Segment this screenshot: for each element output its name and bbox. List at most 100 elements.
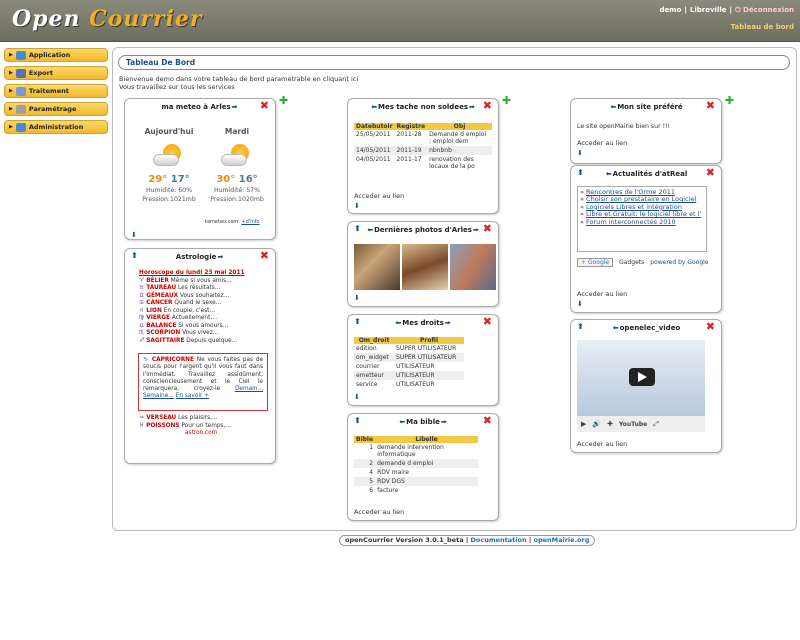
- menu-export[interactable]: ▶ Export: [4, 66, 108, 80]
- table-row[interactable]: om_widget SUPER UTILISATEUR: [354, 353, 464, 362]
- arrow-down-icon[interactable]: ⬇: [577, 149, 627, 157]
- add-widget-icon[interactable]: ✚: [502, 95, 511, 106]
- documentation-link[interactable]: Documentation: [471, 536, 527, 544]
- arrow-up-icon[interactable]: ⬆: [577, 168, 584, 177]
- widget-title: Dernières photos d'Arles: [374, 225, 472, 234]
- arrow-left-icon[interactable]: ⬅: [606, 170, 612, 178]
- openmairie-link[interactable]: openMairie.org: [533, 536, 589, 544]
- user-bar: demo | Libreville | ⏻ Déconnexion: [659, 6, 794, 14]
- arrow-up-icon[interactable]: ⬆: [354, 317, 361, 326]
- table-row[interactable]: 4 RDV maire: [354, 468, 478, 477]
- close-icon[interactable]: ✖: [706, 167, 715, 178]
- close-icon[interactable]: ✖: [483, 316, 492, 327]
- table-row[interactable]: 5 RDV DGS: [354, 477, 478, 486]
- arrow-right-icon[interactable]: ➡: [217, 253, 223, 261]
- arrow-right-icon[interactable]: ➡: [441, 418, 447, 426]
- libra-icon: ♎: [139, 322, 145, 329]
- menu-traitement[interactable]: ▶ Traitement: [4, 84, 108, 98]
- table-row[interactable]: service UTILISATEUR: [354, 380, 464, 389]
- youtube-logo[interactable]: YouTube: [619, 421, 647, 428]
- arrow-right-icon[interactable]: ➡: [469, 103, 475, 111]
- arrow-left-icon[interactable]: ⬅: [367, 226, 373, 234]
- arrow-down-icon[interactable]: ⬇: [354, 294, 360, 302]
- fullscreen-icon[interactable]: ⤢: [653, 420, 659, 429]
- widget-astrologie: ⬆ Astrologie ➡ ✖ Horoscope du lundi 23 mai …: [124, 248, 276, 464]
- arrow-left-icon[interactable]: ⬅: [395, 319, 401, 327]
- photo-thumbnail[interactable]: [354, 244, 400, 290]
- arrow-left-icon[interactable]: ⬅: [371, 103, 377, 111]
- video-controls: ▶ 🔊 ✚ YouTube ⤢: [577, 416, 705, 432]
- close-icon[interactable]: ✖: [706, 100, 715, 111]
- logout-link[interactable]: Déconnexion: [743, 6, 794, 14]
- google-add-button[interactable]: + Google: [577, 258, 614, 267]
- dashboard-link[interactable]: Tableau de bord: [731, 23, 794, 31]
- leo-icon: ♌: [139, 307, 145, 314]
- photo-thumbnail[interactable]: [450, 244, 496, 290]
- gemini-icon: ♊: [139, 292, 145, 299]
- partly-cloudy-icon: [219, 142, 255, 170]
- table-row[interactable]: 25/05/2011 2011-28 Demande d emploi : empl…: [354, 130, 492, 146]
- photo-thumbnail[interactable]: [402, 244, 448, 290]
- menu-administration[interactable]: ▶ Administration: [4, 120, 108, 134]
- main-menu: ▶ Application ▶ Export ▶ Traitement ▶ Paramé…: [4, 48, 108, 138]
- chevron-right-icon: ▶: [9, 106, 13, 112]
- acceder-link[interactable]: Acceder au lien: [577, 290, 627, 298]
- close-icon[interactable]: ✖: [260, 100, 269, 111]
- table-row[interactable]: 04/05/2011 2011-17 renovation des locaux d…: [354, 155, 492, 171]
- arrow-right-icon[interactable]: ➡: [445, 319, 451, 327]
- arrow-up-icon[interactable]: ⬆: [577, 322, 584, 331]
- meteo-day-today: Aujourd'hui 29° 17° Humidité: 60% Pressi…: [142, 127, 196, 203]
- arrow-right-icon[interactable]: ➡: [232, 103, 238, 111]
- arrow-up-icon[interactable]: ⬆: [131, 251, 138, 260]
- arrow-down-icon[interactable]: ⬇: [354, 202, 404, 210]
- widget-title: Mes tache non soldees: [378, 102, 468, 111]
- export-icon: [15, 68, 26, 78]
- menu-application[interactable]: ▶ Application: [4, 48, 108, 62]
- table-row[interactable]: 6 facture: [354, 486, 478, 495]
- add-widget-icon[interactable]: ✚: [725, 95, 734, 106]
- acceder-link[interactable]: Acceder au lien: [354, 192, 404, 200]
- arrow-down-icon[interactable]: ⬇: [577, 300, 627, 308]
- acceder-link[interactable]: Acceder au lien: [354, 508, 404, 516]
- table-row[interactable]: courrier UTILISATEUR: [354, 362, 464, 371]
- arrow-up-icon[interactable]: ⬆: [354, 224, 361, 233]
- table-row[interactable]: edition SUPER UTILISATEUR: [354, 344, 464, 353]
- arrow-left-icon[interactable]: ⬅: [399, 418, 405, 426]
- expand-icon[interactable]: ✚: [607, 420, 613, 428]
- arrow-left-icon[interactable]: ⬅: [610, 103, 616, 111]
- menu-parametrage[interactable]: ▶ Paramétrage: [4, 102, 108, 116]
- close-icon[interactable]: ✖: [483, 223, 492, 234]
- user-link[interactable]: demo: [659, 6, 681, 14]
- play-icon[interactable]: [629, 368, 655, 386]
- close-icon[interactable]: ✖: [483, 415, 492, 426]
- footer: openCourrier Version 3.0.1_beta | Docume…: [339, 535, 596, 546]
- welcome-text: Bienvenue demo dans votre tableau de bor…: [119, 75, 359, 91]
- table-row[interactable]: 14/05/2011 2011-19 nbnbnb: [354, 146, 492, 155]
- acceder-link[interactable]: Acceder au lien: [577, 440, 627, 448]
- table-row[interactable]: 1 demande intervention informatique: [354, 443, 478, 459]
- close-icon[interactable]: ✖: [483, 100, 492, 111]
- arrow-up-icon[interactable]: ⬆: [354, 416, 361, 425]
- close-icon[interactable]: ✖: [706, 321, 715, 332]
- acceder-link[interactable]: Acceder au lien: [577, 139, 627, 147]
- table-row[interactable]: 2 demande d emploi: [354, 459, 478, 468]
- horoscope-date-link[interactable]: Horoscope du lundi 23 mai 2011: [139, 270, 245, 278]
- arrow-left-icon[interactable]: ⬅: [613, 324, 619, 332]
- add-widget-icon[interactable]: ✚: [279, 95, 288, 106]
- arrow-down-icon[interactable]: ⬇: [131, 231, 137, 239]
- meteo-info-link[interactable]: +d'info: [241, 219, 259, 225]
- app-logo[interactable]: Open Courrier: [12, 6, 203, 32]
- close-icon[interactable]: ✖: [260, 250, 269, 261]
- widget-meteo: ma meteo à Arles ➡ ✖ Aujourd'hui 29° 17° H…: [124, 98, 276, 240]
- chevron-right-icon: ▶: [9, 52, 13, 58]
- collectivite-link[interactable]: Libreville: [690, 6, 727, 14]
- video-player[interactable]: ▶ 🔊 ✚ YouTube ⤢: [577, 340, 705, 432]
- play-control-icon[interactable]: ▶: [581, 420, 586, 428]
- news-link[interactable]: Forum interconnectés 2010: [586, 218, 676, 226]
- table-row[interactable]: emetteur UTILISATEUR: [354, 371, 464, 380]
- volume-icon[interactable]: 🔊: [592, 420, 601, 428]
- widget-title: Mes droits: [402, 318, 444, 327]
- arrow-down-icon[interactable]: ⬇: [354, 393, 360, 401]
- arrow-right-icon[interactable]: ➡: [473, 226, 479, 234]
- power-icon[interactable]: ⏻: [735, 6, 741, 14]
